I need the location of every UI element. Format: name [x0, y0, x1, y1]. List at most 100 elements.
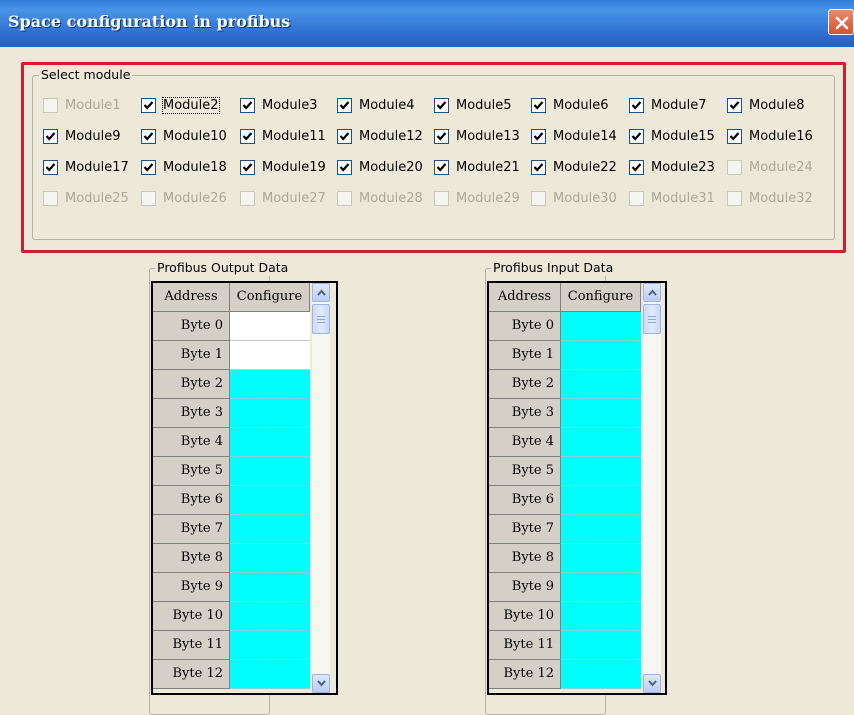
module-checkbox-2[interactable]: Module2 — [141, 95, 220, 115]
close-icon — [835, 16, 849, 30]
row-configure-cell[interactable] — [561, 486, 641, 515]
scroll-thumb[interactable] — [643, 304, 661, 334]
checkmark-icon — [729, 131, 740, 141]
checkbox[interactable] — [629, 97, 644, 113]
input-data-grid[interactable]: Address Configure Byte 0 Byte 1 Byte 2 Byte 3… — [487, 281, 667, 695]
row-configure-cell[interactable] — [230, 399, 310, 428]
row-configure-cell[interactable] — [230, 544, 310, 573]
row-configure-cell[interactable] — [561, 660, 641, 689]
row-configure-cell[interactable] — [230, 660, 310, 689]
close-button[interactable] — [828, 9, 854, 35]
vertical-scrollbar[interactable] — [643, 283, 661, 693]
module-checkbox-12[interactable]: Module12 — [337, 126, 423, 146]
module-checkbox-9[interactable]: Module9 — [43, 126, 121, 146]
checkbox[interactable] — [727, 128, 742, 144]
module-checkbox-19[interactable]: Module19 — [240, 157, 326, 177]
module-checkbox-11[interactable]: Module11 — [240, 126, 326, 146]
module-checkbox-16[interactable]: Module16 — [727, 126, 813, 146]
module-label: Module11 — [262, 128, 326, 144]
row-configure-cell[interactable] — [230, 515, 310, 544]
row-configure-cell[interactable] — [561, 602, 641, 631]
module-checkbox-3[interactable]: Module3 — [240, 95, 318, 115]
row-configure-cell[interactable] — [230, 457, 310, 486]
row-configure-cell[interactable] — [230, 370, 310, 399]
row-configure-cell[interactable] — [561, 573, 641, 602]
checkmark-icon — [143, 131, 154, 141]
row-configure-cell[interactable] — [230, 486, 310, 515]
module-checkbox-13[interactable]: Module13 — [434, 126, 520, 146]
module-label: Module15 — [651, 128, 715, 144]
module-label: Module31 — [651, 190, 715, 206]
row-configure-cell[interactable] — [561, 631, 641, 660]
checkmark-icon — [533, 131, 544, 141]
module-checkbox-10[interactable]: Module10 — [141, 126, 227, 146]
checkbox[interactable] — [434, 159, 449, 175]
row-address-cell: Byte 9 — [489, 573, 561, 602]
checkbox[interactable] — [240, 128, 255, 144]
module-checkbox-5[interactable]: Module5 — [434, 95, 512, 115]
scroll-down-button[interactable] — [312, 674, 330, 693]
checkbox[interactable] — [531, 97, 546, 113]
row-configure-cell[interactable] — [230, 428, 310, 457]
checkbox[interactable] — [240, 159, 255, 175]
row-configure-cell[interactable] — [561, 312, 641, 341]
window-title: Space configuration in profibus — [8, 12, 291, 31]
module-checkbox-26: Module26 — [141, 188, 227, 208]
checkbox[interactable] — [337, 159, 352, 175]
row-address-cell: Byte 7 — [489, 515, 561, 544]
module-checkbox-8[interactable]: Module8 — [727, 95, 805, 115]
row-configure-cell[interactable] — [561, 341, 641, 370]
module-label: Module32 — [749, 190, 813, 206]
checkbox[interactable] — [141, 128, 156, 144]
module-checkbox-4[interactable]: Module4 — [337, 95, 415, 115]
checkmark-icon — [143, 162, 154, 172]
row-configure-cell[interactable] — [561, 544, 641, 573]
row-address-cell: Byte 8 — [153, 544, 230, 573]
scroll-down-button[interactable] — [643, 674, 661, 693]
row-configure-cell[interactable] — [561, 399, 641, 428]
row-configure-cell[interactable] — [230, 573, 310, 602]
checkbox[interactable] — [337, 128, 352, 144]
module-checkbox-14[interactable]: Module14 — [531, 126, 617, 146]
row-configure-cell[interactable] — [561, 457, 641, 486]
row-configure-cell[interactable] — [561, 370, 641, 399]
checkbox[interactable] — [43, 159, 58, 175]
checkbox[interactable] — [141, 159, 156, 175]
row-configure-cell[interactable] — [561, 428, 641, 457]
module-label: Module17 — [65, 159, 129, 175]
module-checkbox-20[interactable]: Module20 — [337, 157, 423, 177]
output-data-grid[interactable]: Address Configure Byte 0 Byte 1 Byte 2 Byte 3… — [151, 281, 338, 695]
checkbox[interactable] — [531, 128, 546, 144]
checkmark-icon — [436, 100, 447, 110]
checkbox[interactable] — [629, 159, 644, 175]
module-checkbox-18[interactable]: Module18 — [141, 157, 227, 177]
module-checkbox-21[interactable]: Module21 — [434, 157, 520, 177]
checkbox[interactable] — [531, 159, 546, 175]
row-configure-cell[interactable] — [230, 631, 310, 660]
checkbox[interactable] — [141, 97, 156, 113]
scroll-up-button[interactable] — [312, 283, 330, 302]
module-checkbox-22[interactable]: Module22 — [531, 157, 617, 177]
checkbox[interactable] — [629, 128, 644, 144]
row-configure-cell[interactable] — [230, 602, 310, 631]
module-label: Module9 — [65, 128, 121, 144]
module-checkbox-23[interactable]: Module23 — [629, 157, 715, 177]
title-bar[interactable]: Space configuration in profibus — [0, 0, 854, 47]
scroll-up-button[interactable] — [643, 283, 661, 302]
checkbox[interactable] — [434, 128, 449, 144]
row-address-cell: Byte 2 — [153, 370, 230, 399]
module-checkbox-7[interactable]: Module7 — [629, 95, 707, 115]
vertical-scrollbar[interactable] — [312, 283, 330, 693]
module-checkbox-6[interactable]: Module6 — [531, 95, 609, 115]
scroll-thumb[interactable] — [312, 304, 330, 334]
checkbox[interactable] — [240, 97, 255, 113]
checkbox[interactable] — [43, 128, 58, 144]
checkbox[interactable] — [727, 97, 742, 113]
module-checkbox-17[interactable]: Module17 — [43, 157, 129, 177]
row-configure-cell[interactable] — [561, 515, 641, 544]
row-configure-cell[interactable] — [230, 312, 310, 341]
checkbox[interactable] — [434, 97, 449, 113]
checkbox[interactable] — [337, 97, 352, 113]
module-checkbox-15[interactable]: Module15 — [629, 126, 715, 146]
row-configure-cell[interactable] — [230, 341, 310, 370]
